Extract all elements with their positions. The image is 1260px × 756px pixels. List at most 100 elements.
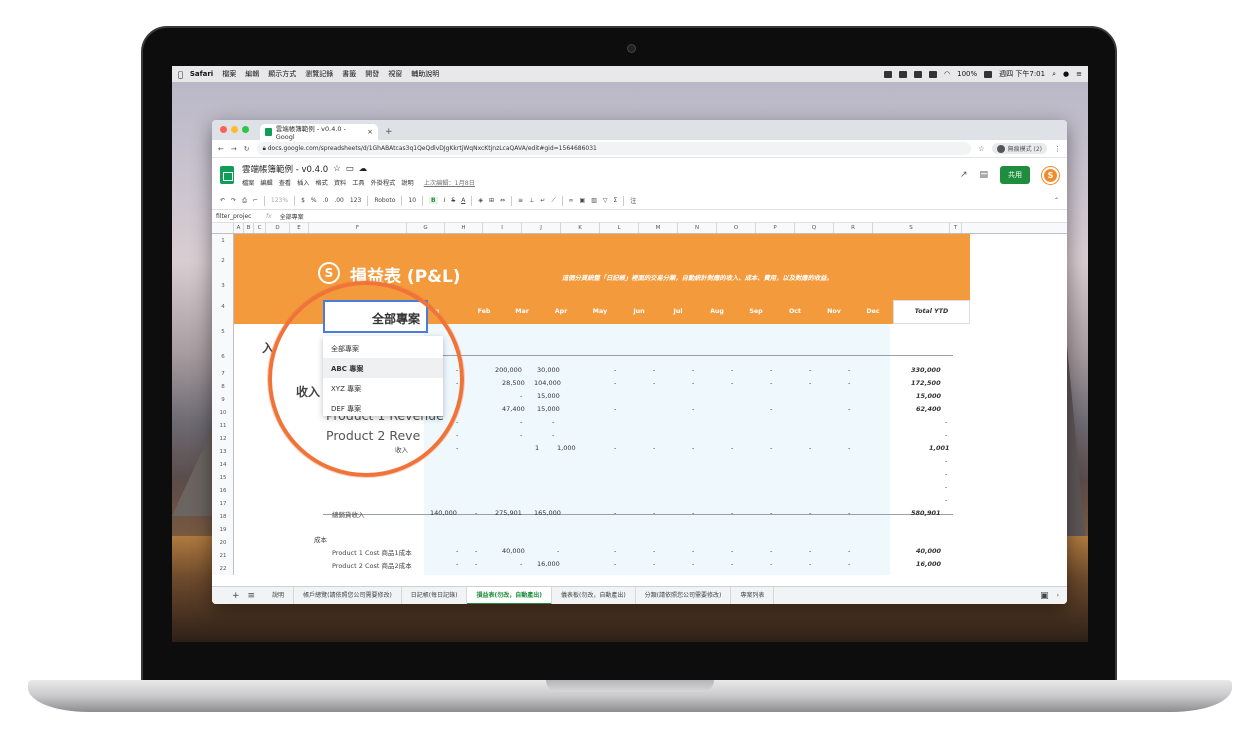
menu-insert[interactable]: 插入 [297, 178, 309, 187]
row-header[interactable]: 7 [212, 371, 234, 377]
cell-dash[interactable]: - [945, 496, 947, 504]
fill-color-icon[interactable]: ◈ [478, 197, 483, 204]
insert-chart-icon[interactable]: ▥ [591, 197, 597, 204]
cell-dash[interactable]: - [945, 483, 947, 491]
bookmark-star-icon[interactable]: ☆ [978, 145, 984, 153]
filter-icon[interactable]: ▽ [603, 197, 608, 204]
airplay-icon[interactable] [929, 70, 938, 78]
close-tab-icon[interactable]: × [367, 128, 373, 136]
cell-dash[interactable]: - [614, 405, 616, 413]
row-header[interactable]: 8 [212, 384, 234, 390]
browser-tab[interactable]: 雲端帳簿範例 - v0.4.0 - Googl × [260, 124, 378, 141]
cell-dash[interactable]: - [692, 405, 694, 413]
cell-dash[interactable]: - [770, 509, 772, 517]
cell-dash[interactable]: - [945, 457, 947, 465]
column-header[interactable]: A [234, 223, 244, 233]
move-folder-icon[interactable]: ▭ [346, 164, 354, 174]
column-header[interactable]: N [678, 223, 717, 233]
horizontal-align-icon[interactable]: ≡ [518, 197, 523, 204]
cell-ytd[interactable]: 62,400 [916, 405, 941, 413]
cell-dash[interactable]: - [770, 405, 772, 413]
increase-decimal-button[interactable]: .00 [334, 197, 344, 204]
menu-view[interactable]: 查看 [279, 178, 291, 187]
cell-dash[interactable]: - [614, 444, 616, 452]
sheet-tab-active[interactable]: 損益表(勿改，自動產出) [467, 586, 552, 604]
spotlight-icon[interactable]: ⌕ [1052, 70, 1056, 79]
user-icon[interactable]: ● [1063, 70, 1069, 78]
cell-dash[interactable]: - [614, 547, 616, 555]
name-box[interactable]: filter_projec [216, 213, 258, 220]
merge-cells-icon[interactable]: ⇔ [500, 197, 505, 204]
row-header[interactable]: 16 [212, 488, 234, 494]
cell-dash[interactable]: - [770, 366, 772, 374]
row-header[interactable]: 14 [212, 462, 234, 468]
column-header[interactable]: Q [795, 223, 834, 233]
column-header[interactable]: D [266, 223, 290, 233]
cell-dash[interactable]: - [520, 418, 522, 426]
url-field[interactable]: 🔒︎ docs.google.com/spreadsheets/d/1GhABA… [256, 142, 972, 155]
menubar-item-edit[interactable]: 編輯 [245, 69, 259, 79]
cell-dash[interactable]: - [653, 366, 655, 374]
cell-dash[interactable]: - [809, 560, 811, 568]
font-select[interactable]: Roboto [374, 197, 395, 204]
side-panel-toggle-icon[interactable]: › [1057, 592, 1059, 599]
cell-dash[interactable]: - [614, 366, 616, 374]
menubar-item-view[interactable]: 顯示方式 [268, 69, 296, 79]
cell-ytd[interactable]: 40,000 [916, 547, 941, 555]
cell-dash[interactable]: - [456, 547, 458, 555]
menubar-item-history[interactable]: 瀏覽記錄 [305, 69, 333, 79]
cell-value[interactable]: 28,500 [502, 379, 525, 387]
row-header[interactable]: 13 [212, 449, 234, 455]
cell-dash[interactable]: - [475, 560, 477, 568]
battery-icon[interactable] [984, 70, 993, 78]
cell-value[interactable]: 200,000 [495, 366, 522, 374]
menu-help[interactable]: 說明 [401, 178, 413, 187]
column-header[interactable]: R [834, 223, 873, 233]
text-color-button[interactable]: A [461, 197, 465, 204]
cell-value[interactable]: 1 [535, 444, 539, 452]
forward-arrow-icon[interactable]: → [231, 145, 237, 153]
all-sheets-icon[interactable]: ≡ [248, 591, 256, 601]
zoom-window-button[interactable] [242, 126, 249, 133]
column-header[interactable]: S [873, 223, 950, 233]
menu-tools[interactable]: 工具 [352, 178, 364, 187]
column-header[interactable]: O [717, 223, 756, 233]
cell-dash[interactable]: - [848, 560, 850, 568]
cell-dash[interactable]: - [848, 547, 850, 555]
cell-dash[interactable]: - [520, 431, 522, 439]
row-header[interactable]: 2 [212, 258, 234, 264]
column-header[interactable]: K [561, 223, 600, 233]
zoom-select[interactable]: 123% [271, 197, 288, 204]
comments-icon[interactable]: ▤ [979, 170, 988, 180]
row-header[interactable]: 17 [212, 501, 234, 507]
functions-icon[interactable]: Σ [613, 197, 617, 204]
cell-dash[interactable]: - [614, 509, 616, 517]
cell-dash[interactable]: - [520, 392, 522, 400]
cell-ytd[interactable]: 1,001 [929, 444, 950, 452]
cell-value[interactable]: 275,901 [495, 509, 522, 517]
cell-ytd[interactable]: 15,000 [916, 392, 941, 400]
menubar-item-bookmarks[interactable]: 書籤 [342, 69, 356, 79]
close-window-button[interactable] [220, 126, 227, 133]
sheet-tab[interactable]: 分類(請依照您公司需要修改) [636, 586, 732, 604]
column-header[interactable]: T [950, 223, 962, 233]
text-rotation-icon[interactable]: ⟋ [551, 197, 555, 205]
insert-comment-icon[interactable]: ▣ [580, 197, 586, 204]
menubar-item-window[interactable]: 視窗 [388, 69, 402, 79]
browser-menu-icon[interactable]: ⋮ [1054, 145, 1061, 153]
row-header[interactable]: 12 [212, 436, 234, 442]
star-icon[interactable]: ☆ [333, 164, 341, 174]
menu-file[interactable]: 檔案 [242, 178, 254, 187]
cell-dash[interactable]: - [945, 418, 947, 426]
cell-dash[interactable]: - [848, 405, 850, 413]
bold-button[interactable]: B [429, 197, 438, 204]
cell-ytd[interactable]: 330,000 [911, 366, 941, 374]
italic-button[interactable]: I [444, 197, 446, 204]
cell-ytd[interactable]: 172,500 [911, 379, 941, 387]
cell-dash[interactable]: - [945, 470, 947, 478]
spreadsheet-grid[interactable]: A B C D E F G H I J K L M N O P Q R S T … [212, 223, 1067, 575]
row-header[interactable]: 22 [212, 566, 234, 572]
sheet-tab[interactable]: 專案列表 [731, 586, 775, 604]
cell-dash[interactable]: - [692, 509, 694, 517]
reload-icon[interactable]: ↻ [244, 145, 250, 153]
